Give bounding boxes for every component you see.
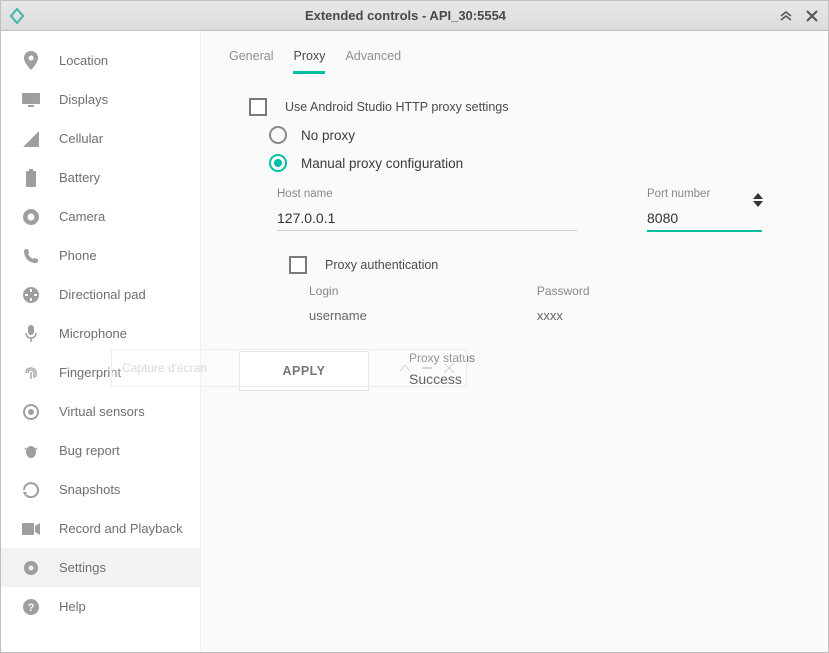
sidebar-item-label: Directional pad bbox=[59, 287, 146, 302]
fingerprint-icon bbox=[21, 363, 41, 383]
sidebar-item-label: Battery bbox=[59, 170, 100, 185]
port-spinner bbox=[752, 188, 764, 212]
port-step-down[interactable] bbox=[752, 200, 764, 208]
displays-icon bbox=[21, 90, 41, 110]
window: Extended controls - API_30:5554 Location… bbox=[0, 0, 829, 653]
auth-fields: Login username Password xxxx bbox=[309, 284, 800, 323]
proxy-status-block: Proxy status Success bbox=[409, 351, 475, 387]
location-icon bbox=[21, 51, 41, 71]
port-step-up[interactable] bbox=[752, 192, 764, 200]
sidebar-item-snapshots[interactable]: Snapshots bbox=[1, 470, 200, 509]
password-value: xxxx bbox=[537, 304, 590, 323]
sidebar-item-battery[interactable]: Battery bbox=[1, 158, 200, 197]
no-proxy-radio[interactable] bbox=[269, 126, 287, 144]
host-field: Host name bbox=[277, 188, 577, 232]
record-icon bbox=[21, 519, 41, 539]
proxy-auth-label: Proxy authentication bbox=[325, 258, 438, 272]
sidebar-item-label: Phone bbox=[59, 248, 97, 263]
auth-section: Proxy authentication Login username Pass… bbox=[289, 256, 800, 323]
camera-icon bbox=[21, 207, 41, 227]
use-android-studio-checkbox[interactable] bbox=[249, 98, 267, 116]
sidebar-item-microphone[interactable]: Microphone bbox=[1, 314, 200, 353]
gear-icon bbox=[21, 558, 41, 578]
window-title: Extended controls - API_30:5554 bbox=[33, 8, 778, 23]
proxy-status-value: Success bbox=[409, 371, 475, 387]
minimize-button[interactable] bbox=[778, 8, 794, 24]
manual-proxy-radio-row[interactable]: Manual proxy configuration bbox=[269, 154, 800, 172]
login-label: Login bbox=[309, 284, 367, 298]
sidebar-item-directional-pad[interactable]: Directional pad bbox=[1, 275, 200, 314]
apply-button[interactable]: APPLY bbox=[239, 351, 369, 391]
sidebar-item-phone[interactable]: Phone bbox=[1, 236, 200, 275]
sidebar-item-cellular[interactable]: Cellular bbox=[1, 119, 200, 158]
login-field: Login username bbox=[309, 284, 367, 323]
no-proxy-radio-row[interactable]: No proxy bbox=[269, 126, 800, 144]
sidebar-item-label: Location bbox=[59, 53, 108, 68]
app-icon bbox=[9, 8, 25, 24]
host-label: Host name bbox=[277, 188, 577, 200]
sidebar-item-help[interactable]: ? Help bbox=[1, 587, 200, 626]
sidebar: Location Displays Cellular Battery Camer… bbox=[1, 31, 201, 652]
titlebar: Extended controls - API_30:5554 bbox=[1, 1, 828, 31]
tab-advanced[interactable]: Advanced bbox=[345, 49, 401, 74]
port-field: Port number bbox=[647, 188, 762, 232]
sidebar-item-label: Virtual sensors bbox=[59, 404, 145, 419]
sidebar-item-label: Help bbox=[59, 599, 86, 614]
proxy-auth-checkbox[interactable] bbox=[289, 256, 307, 274]
sidebar-item-label: Settings bbox=[59, 560, 106, 575]
host-input[interactable] bbox=[277, 206, 577, 231]
content-panel: General Proxy Advanced Use Android Studi… bbox=[201, 31, 828, 652]
svg-text:?: ? bbox=[28, 602, 35, 614]
snapshots-icon bbox=[21, 480, 41, 500]
sidebar-item-label: Microphone bbox=[59, 326, 127, 341]
sidebar-item-camera[interactable]: Camera bbox=[1, 197, 200, 236]
login-value: username bbox=[309, 304, 367, 323]
proxy-status-label: Proxy status bbox=[409, 351, 475, 365]
sidebar-item-label: Bug report bbox=[59, 443, 120, 458]
sidebar-item-label: Snapshots bbox=[59, 482, 120, 497]
use-android-studio-row[interactable]: Use Android Studio HTTP proxy settings bbox=[249, 98, 800, 116]
manual-proxy-label: Manual proxy configuration bbox=[301, 156, 463, 171]
phone-icon bbox=[21, 246, 41, 266]
close-button[interactable] bbox=[804, 8, 820, 24]
manual-proxy-radio[interactable] bbox=[269, 154, 287, 172]
proxy-mode-group: No proxy Manual proxy configuration bbox=[269, 126, 800, 172]
tab-general[interactable]: General bbox=[229, 49, 273, 74]
sidebar-item-virtual-sensors[interactable]: Virtual sensors bbox=[1, 392, 200, 431]
dpad-icon bbox=[21, 285, 41, 305]
window-controls bbox=[778, 8, 820, 24]
bug-icon bbox=[21, 441, 41, 461]
sidebar-item-fingerprint[interactable]: Fingerprint bbox=[1, 353, 200, 392]
sidebar-item-label: Record and Playback bbox=[59, 521, 183, 536]
sidebar-item-label: Camera bbox=[59, 209, 105, 224]
sidebar-item-location[interactable]: Location bbox=[1, 41, 200, 80]
sidebar-item-label: Displays bbox=[59, 92, 108, 107]
sidebar-item-record-playback[interactable]: Record and Playback bbox=[1, 509, 200, 548]
sidebar-item-label: Fingerprint bbox=[59, 365, 121, 380]
sidebar-item-settings[interactable]: Settings bbox=[1, 548, 200, 587]
host-port-row: Host name Port number bbox=[277, 188, 800, 232]
password-field: Password xxxx bbox=[537, 284, 590, 323]
tab-proxy[interactable]: Proxy bbox=[293, 49, 325, 74]
help-icon: ? bbox=[21, 597, 41, 617]
cellular-icon bbox=[21, 129, 41, 149]
window-body: Location Displays Cellular Battery Camer… bbox=[1, 31, 828, 652]
sidebar-item-label: Cellular bbox=[59, 131, 103, 146]
port-input[interactable] bbox=[647, 206, 762, 232]
sidebar-item-bug-report[interactable]: Bug report bbox=[1, 431, 200, 470]
battery-icon bbox=[21, 168, 41, 188]
sensors-icon bbox=[21, 402, 41, 422]
sidebar-item-displays[interactable]: Displays bbox=[1, 80, 200, 119]
proxy-auth-row[interactable]: Proxy authentication bbox=[289, 256, 800, 274]
settings-tabs: General Proxy Advanced bbox=[229, 49, 800, 74]
no-proxy-label: No proxy bbox=[301, 128, 355, 143]
use-android-studio-label: Use Android Studio HTTP proxy settings bbox=[285, 100, 509, 114]
password-label: Password bbox=[537, 284, 590, 298]
port-label: Port number bbox=[647, 188, 762, 200]
microphone-icon bbox=[21, 324, 41, 344]
apply-status-row: APPLY Proxy status Success bbox=[239, 351, 800, 391]
